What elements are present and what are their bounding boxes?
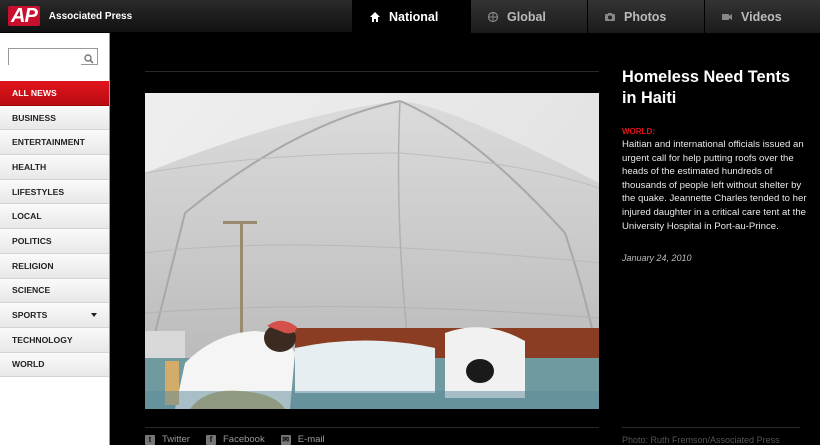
sidebar-item-label: SCIENCE <box>12 285 51 296</box>
sidebar-item-lifestyles[interactable]: LIFESTYLES <box>0 179 109 205</box>
photo-credit: Photo: Ruth Fremson/Associated Press <box>622 435 780 445</box>
search-icon[interactable] <box>84 51 94 64</box>
sidebar-item-label: LOCAL <box>12 211 42 222</box>
tab-videos[interactable]: Videos <box>704 0 820 33</box>
sidebar-item-technology[interactable]: TECHNOLOGY <box>0 327 109 353</box>
sidebar-item-label: HEALTH <box>12 161 47 172</box>
search-box <box>8 48 98 67</box>
sidebar-item-business[interactable]: BUSINESS <box>0 105 109 131</box>
share-label: E-mail <box>297 434 325 445</box>
bottom-divider-right <box>622 427 800 428</box>
video-icon <box>721 11 733 23</box>
sidebar-item-label: BUSINESS <box>12 112 56 123</box>
top-divider <box>145 71 599 72</box>
article-date: January 24, 2010 <box>622 253 692 264</box>
sidebar-item-local[interactable]: LOCAL <box>0 204 109 230</box>
sidebar-item-entertainment[interactable]: ENTERTAINMENT <box>0 130 109 156</box>
article-photo[interactable] <box>145 93 599 409</box>
sidebar-item-label: ENTERTAINMENT <box>12 137 85 148</box>
sidebar-item-all-news[interactable]: ALL NEWS <box>0 81 109 106</box>
sidebar-item-religion[interactable]: RELIGION <box>0 253 109 279</box>
sidebar-item-label: TECHNOLOGY <box>12 334 73 345</box>
share-email-button[interactable]: ✉ E-mail <box>280 434 325 445</box>
facebook-icon: f <box>205 434 216 445</box>
share-label: Twitter <box>162 434 190 445</box>
article-section-label: WORLD: <box>622 127 655 136</box>
email-icon: ✉ <box>280 434 291 445</box>
globe-icon <box>487 11 499 23</box>
sidebar-item-label: SPORTS <box>12 310 48 321</box>
tab-photos[interactable]: Photos <box>587 0 704 33</box>
sidebar-item-label: ALL NEWS <box>12 87 57 98</box>
tab-global[interactable]: Global <box>470 0 587 33</box>
sidebar-item-politics[interactable]: POLITICS <box>0 229 109 254</box>
tab-national[interactable]: National <box>352 0 470 33</box>
article-panel: Homeless Need Tents in Haiti WORLD: Hait… <box>622 67 807 263</box>
sidebar-item-world[interactable]: WORLD <box>0 352 109 378</box>
main-tabs: National Global Photos Videos <box>352 0 820 33</box>
twitter-icon: t <box>145 434 155 445</box>
share-twitter-button[interactable]: t Twitter <box>145 434 190 445</box>
top-bar: AP Associated Press National Global Phot… <box>0 0 820 33</box>
share-facebook-button[interactable]: f Facebook <box>205 434 265 445</box>
bottom-divider <box>145 427 599 428</box>
share-label: Facebook <box>222 434 265 445</box>
article-summary: Haitian and international officials issu… <box>622 139 807 232</box>
tab-label: Photos <box>624 9 667 24</box>
sidebar-item-science[interactable]: SCIENCE <box>0 278 109 304</box>
camera-icon <box>604 11 616 23</box>
sidebar-item-label: LIFESTYLES <box>12 186 65 197</box>
sidebar-item-label: WORLD <box>12 359 45 370</box>
tab-label: Videos <box>741 9 782 24</box>
sidebar-item-health[interactable]: HEALTH <box>0 155 109 180</box>
site-name: Associated Press <box>48 10 133 22</box>
article-headline[interactable]: Homeless Need Tents in Haiti <box>622 67 807 109</box>
category-nav: ALL NEWS BUSINESS ENTERTAINMENT HEALTH L… <box>0 81 109 378</box>
chevron-down-icon[interactable] <box>91 313 97 318</box>
share-bar: t Twitter f Facebook ✉ E-mail <box>145 434 341 445</box>
tab-label: National <box>389 9 439 24</box>
ap-logo[interactable]: AP Associated Press <box>8 5 132 27</box>
ap-logo-mark: AP <box>8 6 40 26</box>
tab-label: Global <box>507 9 546 24</box>
sidebar-item-label: POLITICS <box>12 235 52 246</box>
home-icon <box>369 11 381 23</box>
sidebar: ALL NEWS BUSINESS ENTERTAINMENT HEALTH L… <box>0 33 110 445</box>
search-input[interactable] <box>9 52 81 67</box>
sidebar-item-sports[interactable]: SPORTS <box>0 303 109 328</box>
sidebar-item-label: RELIGION <box>12 260 54 271</box>
